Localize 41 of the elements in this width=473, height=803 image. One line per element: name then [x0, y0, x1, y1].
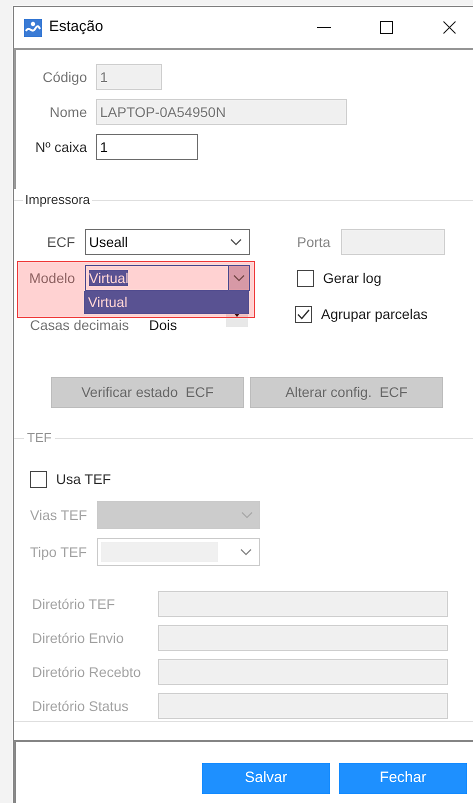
checkbox[interactable] [30, 471, 47, 488]
field-label: Casas decimais [30, 316, 130, 334]
field-label: Diretório Status [32, 696, 130, 716]
field-label: Vias TEF [30, 506, 88, 524]
chevron-down-icon [240, 548, 252, 556]
field-label: Nº caixa [34, 138, 87, 156]
dropdown-option[interactable]: Virtual [85, 292, 248, 313]
field-label: Modelo [28, 268, 75, 288]
field-label: Tipo TEF [30, 542, 88, 562]
app-logo-icon [24, 18, 42, 36]
field-label: Nome [48, 102, 87, 122]
dropdown[interactable] [97, 538, 260, 566]
field-label: Diretório Recebto [32, 662, 142, 682]
close-icon [443, 21, 456, 34]
dialog-button[interactable]: Fechar [339, 763, 467, 794]
dialog-button[interactable]: Salvar [202, 763, 330, 794]
directory-field[interactable] [158, 693, 448, 719]
chevron-down-icon [233, 274, 245, 282]
printer-action-button[interactable]: Verificar estado ECF [51, 377, 244, 408]
field-label: Porta [297, 232, 330, 252]
directory-field[interactable] [158, 591, 448, 617]
chevron-down-icon [230, 238, 242, 246]
checkbox-label: Agrupar parcelas [321, 304, 428, 324]
window-title: Estação [49, 17, 104, 38]
field-label: Diretório Envio [32, 628, 125, 648]
checkbox-label: Usa TEF [56, 470, 111, 489]
group-title: Impressora [23, 192, 92, 208]
text-field[interactable]: 1 [96, 134, 198, 160]
printer-action-button[interactable]: Alterar config. ECF [250, 377, 443, 408]
ecf-dropdown[interactable]: Useall [85, 229, 250, 255]
checkbox[interactable] [297, 270, 314, 286]
field-label: ECF [46, 232, 75, 252]
field-label: Código [42, 68, 87, 87]
minimize-icon [316, 26, 330, 28]
directory-field[interactable] [158, 659, 448, 685]
checkbox[interactable] [295, 306, 312, 322]
directory-field[interactable] [158, 625, 448, 651]
field-label: Diretório TEF [32, 594, 116, 614]
maximize-icon [380, 21, 393, 34]
checkbox-label: Gerar log [323, 268, 382, 288]
chevron-down-icon [241, 511, 253, 519]
